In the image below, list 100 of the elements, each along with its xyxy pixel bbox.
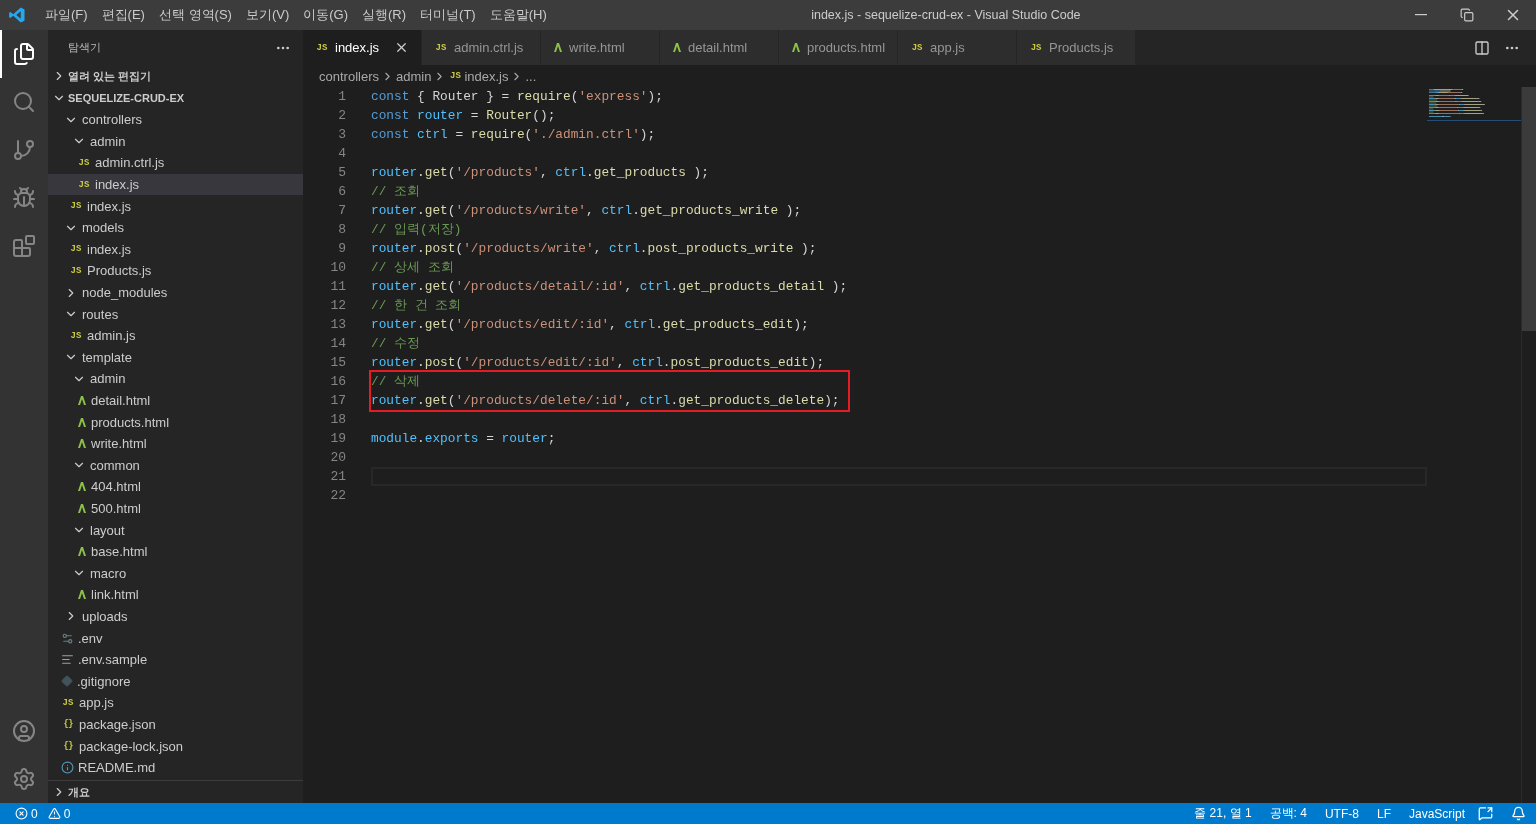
file-item[interactable]: JS admin.js <box>48 324 303 347</box>
file-item[interactable]: JS admin.ctrl.js <box>48 152 303 174</box>
section-header[interactable]: 열려 있는 편집기 <box>48 65 303 87</box>
file-item[interactable]: 404.html <box>48 476 303 498</box>
section-header[interactable]: SEQUELIZE-CRUD-EX <box>48 87 303 109</box>
folder-item[interactable]: models <box>48 216 303 239</box>
menu-item[interactable]: 선택 영역(S) <box>151 6 239 24</box>
folder-item[interactable]: routes <box>48 303 303 325</box>
file-item[interactable]: JS app.js <box>48 692 303 714</box>
line-number: 11 <box>329 278 346 296</box>
status-item[interactable]: JavaScript <box>1403 806 1470 821</box>
menu-item[interactable]: 터미널(T) <box>413 6 483 24</box>
editor-tab[interactable]: JS app.js <box>898 30 1018 65</box>
file-item[interactable]: JS index.js <box>48 173 303 196</box>
file-item[interactable]: JS Products.js <box>48 260 303 282</box>
info-icon <box>61 761 74 775</box>
breadcrumb-item[interactable]: index.js <box>464 68 509 84</box>
file-item[interactable]: JS index.js <box>48 238 303 261</box>
line-number: 16 <box>329 373 346 391</box>
error-count[interactable]: 0 <box>10 806 43 821</box>
html-file-icon <box>77 395 87 406</box>
code-line: // 상세 조회 <box>371 259 455 277</box>
file-item[interactable]: link.html <box>48 584 303 606</box>
lines-icon <box>61 653 74 667</box>
line-number: 1 <box>337 88 346 106</box>
close-icon[interactable] <box>394 40 409 55</box>
menu-item[interactable]: 도움말(H) <box>482 6 554 24</box>
editor-tab[interactable]: JS index.js <box>303 30 422 65</box>
warning-count[interactable]: 0 <box>42 806 76 821</box>
bug-icon <box>12 186 36 210</box>
source-control-icon <box>12 138 36 162</box>
folder-item[interactable]: node_modules <box>48 281 303 304</box>
files-icon <box>12 42 36 66</box>
file-item[interactable]: .gitignore <box>48 670 303 693</box>
file-item[interactable]: 500.html <box>48 497 303 520</box>
file-type-icon: JS <box>69 265 83 276</box>
line-number: 8 <box>337 221 346 239</box>
html-file-icon <box>672 42 682 53</box>
editor-tab[interactable]: write.html <box>541 30 660 65</box>
editor-tab[interactable]: JS admin.ctrl.js <box>422 30 541 65</box>
file-item[interactable]: JS index.js <box>48 195 303 217</box>
file-type-icon: JS <box>69 201 83 212</box>
code-line: router.get('/products/write', ctrl.get_products_write ); <box>371 202 803 220</box>
breadcrumb-item[interactable]: admin <box>395 68 432 84</box>
file-item[interactable]: products.html <box>48 411 303 433</box>
restore-icon <box>1460 8 1474 22</box>
file-item[interactable]: write.html <box>48 432 303 455</box>
status-item[interactable]: UTF-8 <box>1319 806 1364 821</box>
status-item[interactable]: 줄 21, 열 1 <box>1189 805 1257 822</box>
status-item[interactable]: 공백: 4 <box>1264 805 1312 822</box>
account-icon <box>12 719 36 743</box>
search-icon <box>12 90 36 114</box>
folder-item[interactable]: admin <box>48 130 303 153</box>
html-file-icon <box>77 589 87 601</box>
code-line: // 삭제 <box>371 373 422 391</box>
minimize-icon <box>1415 14 1427 16</box>
code-line: router.get('/products', ctrl.get_products ); <box>371 164 710 182</box>
folder-item[interactable]: template <box>48 346 303 369</box>
section-header[interactable]: 개요 <box>48 781 303 803</box>
code-line: const router = Router(); <box>371 107 557 125</box>
line-number: 6 <box>337 183 346 201</box>
feedback-icon[interactable] <box>1478 806 1493 821</box>
file-item[interactable]: {} package-lock.json <box>48 735 303 757</box>
bell-icon[interactable] <box>1511 806 1526 821</box>
folder-item[interactable]: common <box>48 454 303 477</box>
status-item[interactable]: LF <box>1371 806 1396 821</box>
menu-item[interactable]: 편집(E) <box>94 6 152 24</box>
code-line: router.post('/products/write', ctrl.post_products_write ); <box>371 240 818 258</box>
file-item[interactable]: .env.sample <box>48 648 303 671</box>
editor-tab[interactable]: JS Products.js <box>1017 30 1137 65</box>
menu-item[interactable]: 실행(R) <box>355 6 414 24</box>
line-number: 10 <box>329 259 346 277</box>
breadcrumb-item[interactable]: ... <box>525 68 537 84</box>
split-editor-icon[interactable] <box>1474 39 1490 56</box>
folder-item[interactable]: uploads <box>48 605 303 628</box>
file-item[interactable]: {} package.json <box>48 713 303 736</box>
line-number: 20 <box>329 449 346 467</box>
folder-item[interactable]: macro <box>48 562 303 585</box>
file-type-icon: JS <box>69 330 83 341</box>
file-item[interactable]: .env <box>48 627 303 649</box>
scrollbar-thumb[interactable] <box>1522 87 1536 331</box>
file-item[interactable]: base.html <box>48 540 303 563</box>
code-line: const { Router } = require('express'); <box>371 88 664 106</box>
file-item[interactable]: detail.html <box>48 389 303 412</box>
folder-item[interactable]: controllers <box>48 109 303 131</box>
line-number: 9 <box>337 240 346 258</box>
menu-item[interactable]: 보기(V) <box>238 6 297 24</box>
folder-item[interactable]: admin <box>48 368 303 390</box>
editor-tab[interactable]: detail.html <box>660 30 779 65</box>
menu-item[interactable]: 파일(F) <box>38 6 95 24</box>
line-number: 22 <box>329 487 346 505</box>
folder-item[interactable]: layout <box>48 519 303 541</box>
file-item[interactable]: README.md <box>48 756 303 779</box>
editor-tab[interactable]: products.html <box>779 30 899 65</box>
window-title: index.js - sequelize-crud-ex - Visual Studio Code <box>810 8 1082 22</box>
breadcrumb-item[interactable]: controllers <box>319 68 379 84</box>
file-type-icon: JS <box>69 244 83 255</box>
sidebar-title: 탐색기 <box>68 40 101 55</box>
menu-item[interactable]: 이동(G) <box>296 6 356 24</box>
code-line: // 입력(저장) <box>371 221 463 239</box>
